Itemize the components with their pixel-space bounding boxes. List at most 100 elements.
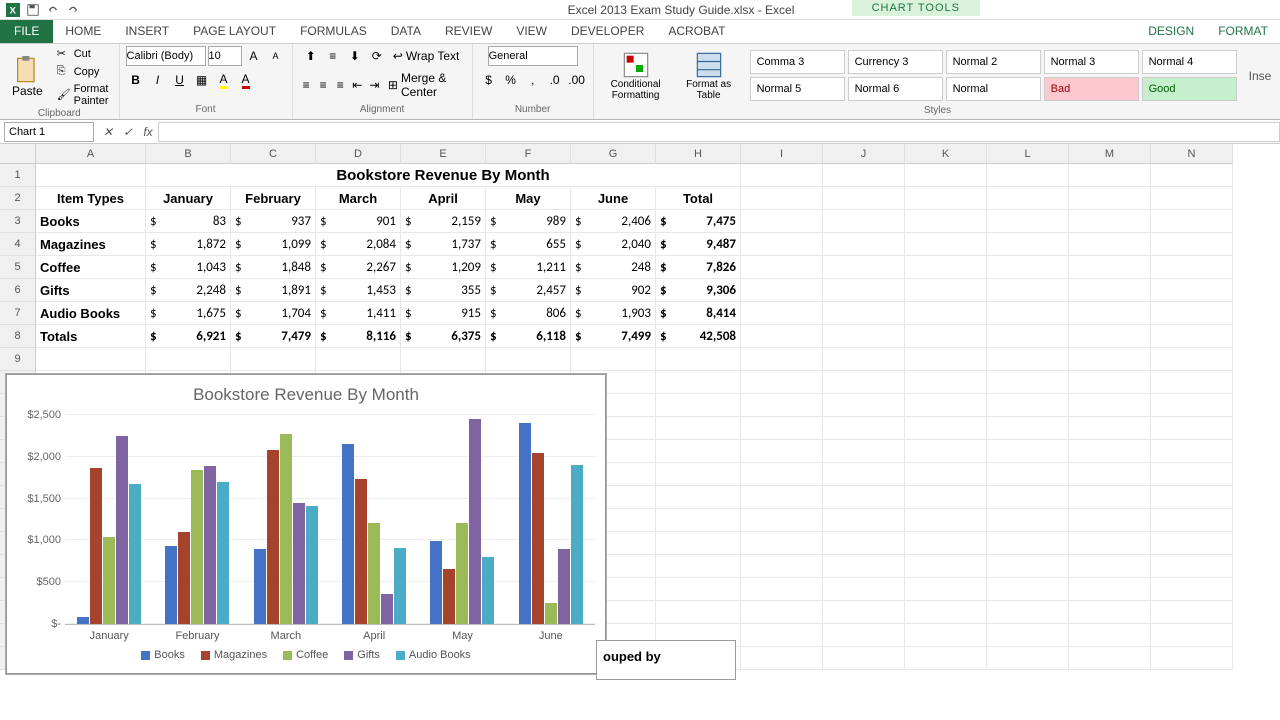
bar[interactable] bbox=[129, 484, 141, 624]
cell[interactable] bbox=[1151, 325, 1233, 348]
cell[interactable] bbox=[571, 348, 656, 371]
cell[interactable] bbox=[823, 164, 905, 187]
col-header-G[interactable]: G bbox=[571, 144, 656, 164]
style-good[interactable]: Good bbox=[1142, 77, 1237, 101]
cell[interactable] bbox=[656, 417, 741, 440]
bar[interactable] bbox=[368, 523, 380, 624]
bar[interactable] bbox=[77, 617, 89, 624]
cell[interactable]: $9,487 bbox=[656, 233, 741, 256]
col-header-E[interactable]: E bbox=[401, 144, 486, 164]
cell[interactable] bbox=[905, 440, 987, 463]
bar[interactable] bbox=[306, 506, 318, 624]
style-normal[interactable]: Normal bbox=[946, 77, 1041, 101]
cell[interactable]: Item Types bbox=[36, 187, 146, 210]
cell[interactable] bbox=[905, 647, 987, 670]
cell[interactable] bbox=[1151, 279, 1233, 302]
cell[interactable] bbox=[1069, 302, 1151, 325]
paste-button[interactable]: Paste bbox=[6, 54, 49, 100]
cell[interactable]: $6,375 bbox=[401, 325, 486, 348]
cluster-January[interactable]: January bbox=[65, 415, 153, 624]
cell[interactable] bbox=[823, 394, 905, 417]
cell[interactable] bbox=[905, 233, 987, 256]
style-comma3[interactable]: Comma 3 bbox=[750, 50, 845, 74]
cell[interactable] bbox=[741, 601, 823, 624]
cell[interactable] bbox=[1069, 164, 1151, 187]
row-header-3[interactable]: 3 bbox=[0, 210, 36, 233]
cell[interactable] bbox=[1069, 325, 1151, 348]
cell[interactable] bbox=[741, 486, 823, 509]
bar[interactable] bbox=[482, 557, 494, 624]
cell[interactable] bbox=[905, 578, 987, 601]
cell[interactable] bbox=[1151, 486, 1233, 509]
cell[interactable] bbox=[905, 394, 987, 417]
cell[interactable] bbox=[823, 578, 905, 601]
cell[interactable]: $901 bbox=[316, 210, 401, 233]
cell[interactable] bbox=[1151, 417, 1233, 440]
cell[interactable]: Totals bbox=[36, 325, 146, 348]
font-size-combo[interactable] bbox=[208, 46, 242, 66]
cell[interactable] bbox=[1151, 256, 1233, 279]
cell[interactable] bbox=[1151, 348, 1233, 371]
cell[interactable]: $1,872 bbox=[146, 233, 231, 256]
cell[interactable] bbox=[987, 555, 1069, 578]
legend-item[interactable]: Gifts bbox=[344, 649, 380, 661]
legend-item[interactable]: Audio Books bbox=[396, 649, 471, 661]
cell[interactable] bbox=[741, 233, 823, 256]
cell[interactable] bbox=[741, 647, 823, 670]
cell[interactable] bbox=[741, 578, 823, 601]
bar[interactable] bbox=[217, 482, 229, 624]
cell[interactable]: $7,475 bbox=[656, 210, 741, 233]
decrease-decimal-icon[interactable]: .00 bbox=[567, 70, 587, 90]
bar[interactable] bbox=[443, 569, 455, 624]
cell[interactable] bbox=[1069, 371, 1151, 394]
col-header-H[interactable]: H bbox=[656, 144, 741, 164]
acrobat-tab[interactable]: ACROBAT bbox=[656, 20, 737, 43]
style-normal3[interactable]: Normal 3 bbox=[1044, 50, 1139, 74]
cell[interactable] bbox=[656, 463, 741, 486]
bar[interactable] bbox=[165, 546, 177, 624]
cell[interactable]: $937 bbox=[231, 210, 316, 233]
col-header-A[interactable]: A bbox=[36, 144, 146, 164]
bar[interactable] bbox=[545, 603, 557, 624]
font-color-icon[interactable]: A bbox=[236, 70, 256, 90]
cell[interactable]: $2,267 bbox=[316, 256, 401, 279]
cell[interactable] bbox=[741, 279, 823, 302]
cell[interactable] bbox=[905, 463, 987, 486]
cell[interactable]: $1,675 bbox=[146, 302, 231, 325]
cell[interactable]: $7,479 bbox=[231, 325, 316, 348]
cell[interactable] bbox=[316, 348, 401, 371]
bar[interactable] bbox=[430, 541, 442, 624]
orientation-icon[interactable]: ⟳ bbox=[367, 46, 387, 66]
cell[interactable]: February bbox=[231, 187, 316, 210]
col-header-C[interactable]: C bbox=[231, 144, 316, 164]
save-icon[interactable] bbox=[24, 1, 42, 19]
style-normal2[interactable]: Normal 2 bbox=[946, 50, 1041, 74]
cell[interactable]: $1,453 bbox=[316, 279, 401, 302]
bar[interactable] bbox=[116, 436, 128, 624]
cell[interactable] bbox=[823, 624, 905, 647]
cell[interactable] bbox=[823, 555, 905, 578]
home-tab[interactable]: HOME bbox=[53, 20, 113, 43]
cell[interactable] bbox=[823, 417, 905, 440]
cell[interactable] bbox=[1151, 578, 1233, 601]
cell[interactable] bbox=[36, 348, 146, 371]
cell[interactable]: $806 bbox=[486, 302, 571, 325]
cell[interactable]: $989 bbox=[486, 210, 571, 233]
align-center-icon[interactable]: ≡ bbox=[316, 75, 331, 95]
cell[interactable] bbox=[1151, 440, 1233, 463]
cell[interactable] bbox=[741, 187, 823, 210]
bar[interactable] bbox=[191, 470, 203, 624]
cell[interactable] bbox=[1069, 256, 1151, 279]
comma-icon[interactable]: , bbox=[523, 70, 543, 90]
cell[interactable] bbox=[823, 187, 905, 210]
cell[interactable] bbox=[823, 279, 905, 302]
cluster-March[interactable]: March bbox=[242, 415, 330, 624]
shrink-font-icon[interactable]: A bbox=[266, 46, 286, 66]
cell[interactable] bbox=[1069, 394, 1151, 417]
cancel-formula-icon[interactable]: ✕ bbox=[98, 122, 118, 142]
cell[interactable]: $2,084 bbox=[316, 233, 401, 256]
cell[interactable] bbox=[741, 624, 823, 647]
cell[interactable]: Magazines bbox=[36, 233, 146, 256]
cell[interactable] bbox=[741, 371, 823, 394]
cell[interactable] bbox=[1069, 486, 1151, 509]
